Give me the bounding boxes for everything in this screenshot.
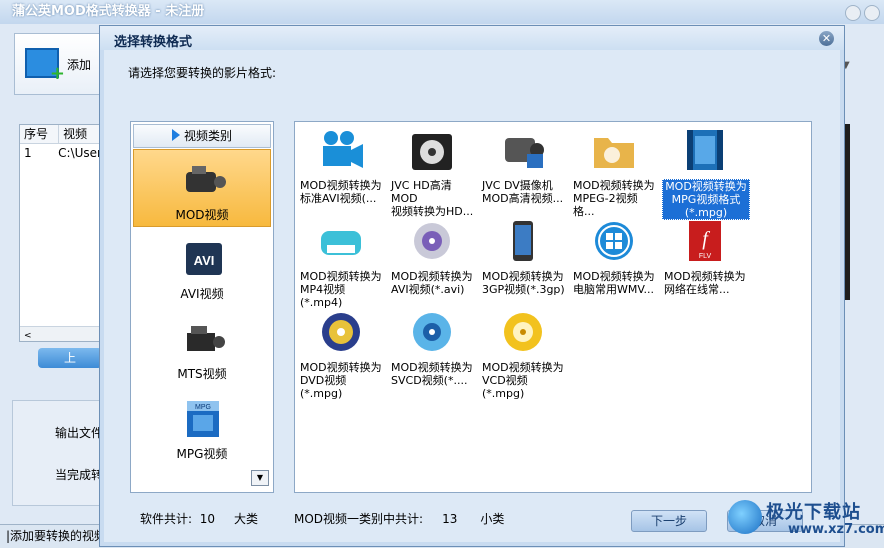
select-format-dialog: 选择转换格式 ✕ 请选择您要转换的影片格式: 视频类别 MOD视频 AVI AV… bbox=[99, 25, 845, 547]
usb-drive-icon bbox=[319, 219, 363, 263]
format-label: MOD视频转换为 MPG视频格式 (*.mpg) bbox=[662, 179, 750, 220]
minimize-button[interactable] bbox=[845, 5, 861, 21]
avi-icon: AVI bbox=[183, 241, 225, 277]
phone-icon bbox=[501, 219, 545, 263]
svcd-disc-icon bbox=[410, 310, 454, 354]
disc-icon bbox=[410, 219, 454, 263]
pro-camera-icon bbox=[183, 321, 225, 357]
format-label: MOD视频转换为 SVCD视频(*.... bbox=[391, 361, 473, 387]
on-complete-label: 当完成转 bbox=[55, 468, 104, 482]
format-prompt: 请选择您要转换的影片格式: bbox=[128, 66, 277, 80]
format-item-svcd[interactable]: MOD视频转换为 SVCD视频(*.... bbox=[388, 306, 478, 394]
move-up-button[interactable]: 上 bbox=[38, 348, 102, 368]
category-header-label: 视频类别 bbox=[183, 129, 232, 143]
watermark-logo-icon bbox=[728, 500, 762, 534]
format-item-mpg[interactable]: MOD视频转换为 MPG视频格式 (*.mpg) bbox=[661, 124, 751, 220]
category-mpg[interactable]: MPG MPG视频 bbox=[133, 389, 271, 467]
watermark: 极光下载站 www.xz7.com bbox=[728, 496, 884, 544]
format-item-3gp[interactable]: MOD视频转换为 3GP视频(*.3gp) bbox=[479, 215, 569, 303]
category-avi[interactable]: AVI AVI视频 bbox=[133, 229, 271, 307]
dv-camcorder-icon bbox=[501, 128, 545, 172]
dialog-body: 请选择您要转换的影片格式: 视频类别 MOD视频 AVI AVI视频 MTS视频… bbox=[104, 50, 840, 542]
output-file-label: 输出文件 bbox=[55, 426, 104, 440]
format-item-jvc-dv[interactable]: JVC DV摄像机 MOD高清视频... bbox=[479, 124, 569, 212]
software-count-unit: 大类 bbox=[234, 512, 259, 526]
format-label: MOD视频转换为 MP4视频(*.mp4) bbox=[300, 270, 382, 309]
add-button-label: 添加 bbox=[67, 58, 92, 72]
dialog-close-button[interactable]: ✕ bbox=[819, 31, 834, 46]
format-panel: MOD视频转换为 标准AVI视频(... JVC HD高清MOD 视频转换为HD… bbox=[294, 121, 812, 493]
dialog-titlebar: 选择转换格式 ✕ bbox=[100, 26, 844, 50]
horizontal-scrollbar[interactable]: < bbox=[20, 326, 102, 341]
watermark-url: www.xz7.com bbox=[788, 522, 884, 537]
scroll-left-icon[interactable]: < bbox=[20, 331, 32, 341]
format-item-mpeg2[interactable]: MOD视频转换为 MPEG-2视频格... bbox=[570, 124, 660, 218]
category-mod[interactable]: MOD视频 bbox=[133, 149, 271, 227]
format-label: JVC DV摄像机 MOD高清视频... bbox=[482, 179, 564, 205]
format-item-avi2[interactable]: MOD视频转换为 AVI视频(*.avi) bbox=[388, 215, 478, 303]
next-button[interactable]: 下一步 bbox=[631, 510, 707, 532]
category-count: MOD视频一类别中共计: 13 小类 bbox=[294, 510, 504, 527]
software-count-label: 软件共计: bbox=[140, 512, 193, 526]
category-label: MTS视频 bbox=[177, 367, 227, 381]
format-item-flv[interactable]: f FLV MOD视频转换为 网络在线常... bbox=[661, 215, 751, 303]
svg-text:AVI: AVI bbox=[194, 253, 215, 268]
format-label: JVC HD高清MOD 视频转换为HD... bbox=[391, 179, 474, 218]
svg-text:MPG: MPG bbox=[195, 404, 211, 411]
format-item-avi[interactable]: MOD视频转换为 标准AVI视频(... bbox=[297, 124, 387, 212]
software-count-value: 10 bbox=[199, 512, 215, 526]
col-header-index[interactable]: 序号 bbox=[20, 125, 60, 143]
windows-icon bbox=[592, 219, 636, 263]
category-count-value: 13 bbox=[442, 512, 458, 526]
category-mts[interactable]: MTS视频 bbox=[133, 309, 271, 387]
film-reel-icon bbox=[410, 128, 454, 172]
category-scroll-down-button[interactable]: ▼ bbox=[251, 470, 269, 486]
move-up-label: 上 bbox=[64, 351, 77, 365]
svg-text:FLV: FLV bbox=[699, 253, 712, 260]
close-window-button[interactable] bbox=[864, 5, 880, 21]
film-strip-icon bbox=[683, 128, 727, 172]
format-label: MOD视频转换为 DVD视频(*.mpg) bbox=[300, 361, 382, 400]
category-count-unit: 小类 bbox=[480, 512, 505, 526]
mpg-file-icon: MPG bbox=[183, 401, 225, 437]
file-list[interactable]: 序号 视频 1 C:\User < bbox=[19, 124, 103, 342]
add-button[interactable]: 添加 bbox=[14, 33, 104, 95]
flash-flv-icon: f FLV bbox=[683, 219, 727, 263]
table-row[interactable]: 1 C:\User bbox=[20, 144, 102, 162]
col-header-video[interactable]: 视频 bbox=[59, 125, 102, 143]
output-settings-panel bbox=[12, 400, 106, 506]
watermark-brand: 极光下载站 bbox=[766, 502, 861, 523]
category-label: MPG视频 bbox=[176, 447, 228, 461]
camcorder-icon bbox=[184, 162, 226, 198]
format-label: MOD视频转换为 标准AVI视频(... bbox=[300, 179, 382, 205]
format-label: MOD视频转换为 电脑常用WMV... bbox=[573, 270, 655, 296]
format-label: MOD视频转换为 MPEG-2视频格... bbox=[573, 179, 655, 218]
dialog-title: 选择转换格式 bbox=[114, 35, 193, 50]
category-label: MOD视频 bbox=[175, 208, 229, 222]
category-label: AVI视频 bbox=[180, 287, 224, 301]
category-panel: 视频类别 MOD视频 AVI AVI视频 MTS视频 MPG MPG视频 ▼ bbox=[130, 121, 274, 493]
add-video-icon bbox=[25, 48, 65, 84]
format-label: MOD视频转换为 3GP视频(*.3gp) bbox=[482, 270, 565, 296]
folder-film-icon bbox=[592, 128, 636, 172]
format-item-jvc-hd[interactable]: JVC HD高清MOD 视频转换为HD... bbox=[388, 124, 478, 218]
vcd-disc-icon bbox=[501, 310, 545, 354]
format-item-vcd[interactable]: MOD视频转换为 VCD视频(*.mpg) bbox=[479, 306, 569, 400]
format-label: MOD视频转换为 网络在线常... bbox=[664, 270, 746, 296]
play-triangle-icon bbox=[171, 129, 180, 141]
format-label: MOD视频转换为 VCD视频(*.mpg) bbox=[482, 361, 564, 400]
format-item-dvd[interactable]: MOD视频转换为 DVD视频(*.mpg) bbox=[297, 306, 387, 400]
software-count: 软件共计: 10 大类 bbox=[140, 510, 258, 527]
format-label: MOD视频转换为 AVI视频(*.avi) bbox=[391, 270, 473, 296]
main-window-title: 蒲公英MOD格式转换器 - 未注册 bbox=[0, 0, 884, 24]
category-header[interactable]: 视频类别 bbox=[133, 124, 271, 148]
cell-path: C:\User bbox=[58, 146, 102, 160]
dvd-icon bbox=[319, 310, 363, 354]
video-camera-icon bbox=[319, 128, 363, 172]
cell-index: 1 bbox=[24, 146, 32, 160]
format-item-mp4[interactable]: MOD视频转换为 MP4视频(*.mp4) bbox=[297, 215, 387, 309]
category-count-label: MOD视频一类别中共计: bbox=[294, 512, 424, 526]
format-item-wmv[interactable]: MOD视频转换为 电脑常用WMV... bbox=[570, 215, 660, 303]
